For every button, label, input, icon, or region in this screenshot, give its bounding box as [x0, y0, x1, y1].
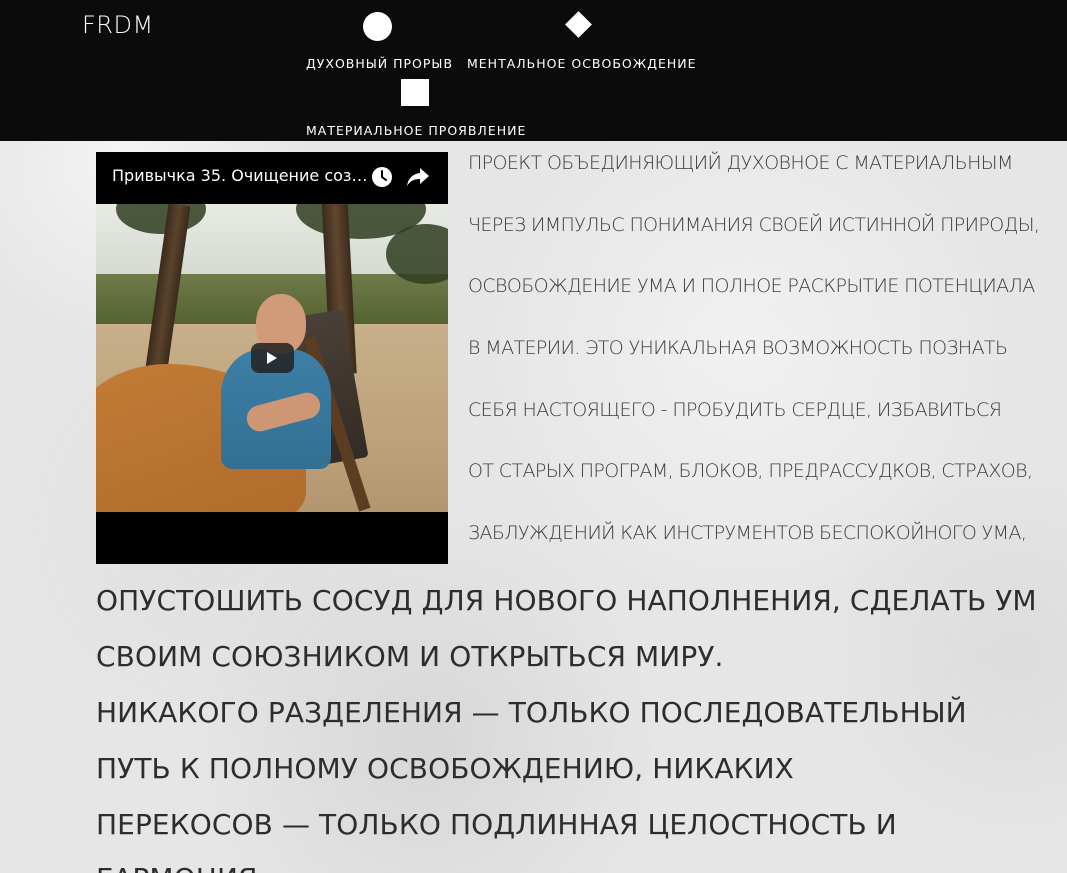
intro-text-line: СЕБЯ НАСТОЯЩЕГО - ПРОБУДИТЬ СЕРДЦЕ, ИЗБА… [468, 399, 1002, 421]
clock-icon[interactable] [371, 166, 393, 188]
nav-label: МАТЕРИАЛЬНОЕ ПРОЯВЛЕНИЕ [306, 123, 527, 138]
intro-text-line: ОСВОБОЖДЕНИЕ УМА И ПОЛНОЕ РАСКРЫТИЕ ПОТЕ… [468, 275, 1035, 297]
video-player[interactable]: Привычка 35. Очищение сознания [96, 152, 448, 564]
body-text-line: ПЕРЕКОСОВ — ТОЛЬКО ПОДЛИННАЯ ЦЕЛОСТНОСТЬ… [96, 808, 897, 841]
intro-text-line: ПРОЕКТ ОБЪЕДИНЯЮЩИЙ ДУХОВНОЕ С МАТЕРИАЛЬ… [468, 152, 1013, 174]
intro-text-line: ОТ СТАРЫХ ПРОГРАМ, БЛОКОВ, ПРЕДРАССУДКОВ… [468, 460, 1033, 482]
body-text-line: СВОИМ СОЮЗНИКОМ И ОТКРЫТЬСЯ МИРУ. [96, 640, 724, 673]
body-text-line: ГАРМОНИЯ. [96, 862, 267, 873]
square-icon [401, 79, 429, 106]
intro-text-line: ЗАБЛУЖДЕНИЙ КАК ИНСТРУМЕНТОВ БЕСПОКОЙНОГ… [468, 522, 1027, 544]
site-logo[interactable]: FRDM [82, 10, 154, 40]
play-button[interactable] [251, 343, 294, 373]
diamond-icon [565, 11, 592, 38]
circle-icon [363, 12, 392, 41]
body-text-line: ОПУСТОШИТЬ СОСУД ДЛЯ НОВОГО НАПОЛНЕНИЯ, … [96, 584, 1037, 617]
nav-label: ДУХОВНЫЙ ПРОРЫВ [306, 56, 454, 71]
body-text-line: ПУТЬ К ПОЛНОМУ ОСВОБОЖДЕНИЮ, НИКАКИХ [96, 752, 794, 785]
nav-label: МЕНТАЛЬНОЕ ОСВОБОЖДЕНИЕ [467, 56, 697, 71]
nav-material-manifestation[interactable]: МАТЕРИАЛЬНОЕ ПРОЯВЛЕНИЕ [306, 79, 526, 139]
nav-spiritual-breakthrough[interactable]: ДУХОВНЫЙ ПРОРЫВ [306, 11, 454, 71]
intro-text-line: ЧЕРЕЗ ИМПУЛЬС ПОНИМАНИЯ СВОЕЙ ИСТИННОЙ П… [468, 214, 1040, 236]
play-icon [267, 352, 277, 364]
site-header: FRDM ДУХОВНЫЙ ПРОРЫВ МЕНТАЛЬНОЕ ОСВОБОЖД… [0, 0, 1067, 141]
video-title[interactable]: Привычка 35. Очищение сознания [112, 166, 372, 186]
body-text-line: НИКАКОГО РАЗДЕЛЕНИЯ — ТОЛЬКО ПОСЛЕДОВАТЕ… [96, 696, 967, 729]
intro-text-line: В МАТЕРИИ. ЭТО УНИКАЛЬНАЯ ВОЗМОЖНОСТЬ ПО… [468, 337, 1008, 359]
share-icon[interactable] [406, 166, 430, 188]
nav-mental-liberation[interactable]: МЕНТАЛЬНОЕ ОСВОБОЖДЕНИЕ [467, 11, 696, 71]
